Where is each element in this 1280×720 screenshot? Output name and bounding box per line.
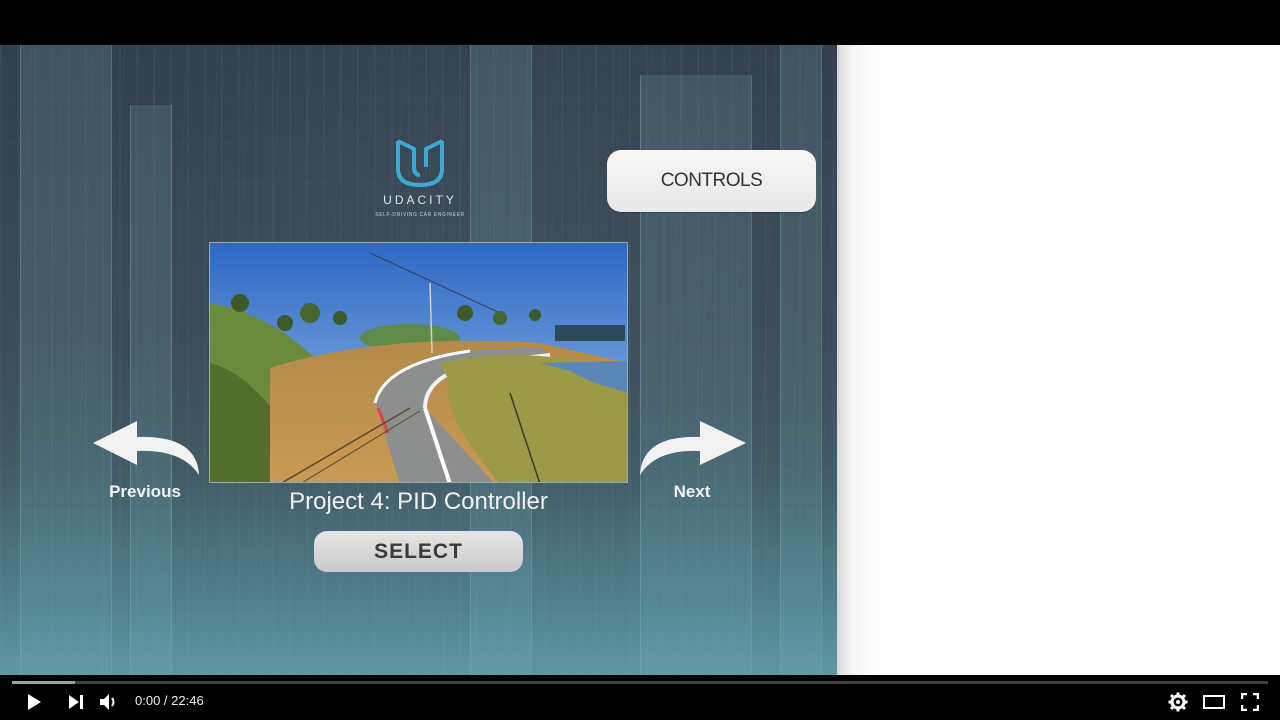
theater-mode-icon	[1203, 695, 1225, 709]
logo-wordmark: UDACITY	[383, 193, 457, 207]
video-frame[interactable]: UDACITY SELF-DRIVING CAR ENGINEER CONTRO…	[0, 45, 1280, 675]
theater-mode-button[interactable]	[1200, 689, 1228, 715]
udacity-logo-icon	[396, 139, 444, 188]
previous-button[interactable]: Previous	[85, 415, 205, 502]
next-button[interactable]: Next	[632, 415, 752, 502]
time-separator: /	[160, 693, 172, 708]
mute-button[interactable]	[95, 689, 123, 715]
volume-icon	[100, 694, 115, 710]
controls-button[interactable]: CONTROLS	[607, 150, 816, 212]
gear-icon	[1168, 692, 1188, 712]
track-preview-scene	[210, 243, 627, 482]
skip-next-icon	[69, 695, 83, 709]
previous-label: Previous	[109, 482, 181, 501]
blank-area	[837, 45, 1280, 675]
current-time: 0:00	[135, 693, 161, 708]
video-top-letterbox	[0, 0, 1280, 45]
progress-bar[interactable]	[12, 681, 1268, 684]
fullscreen-icon	[1241, 693, 1259, 711]
select-button[interactable]: SELECT	[314, 531, 523, 572]
logo-subtitle: SELF-DRIVING CAR ENGINEER	[375, 212, 465, 218]
track-preview-image	[209, 242, 628, 483]
progress-loaded	[12, 681, 75, 684]
duration: 22:46	[171, 693, 204, 708]
next-label: Next	[673, 482, 711, 501]
play-button[interactable]	[20, 689, 48, 715]
curved-right-arrow-icon	[640, 421, 746, 475]
next-video-button[interactable]	[62, 689, 90, 715]
fullscreen-button[interactable]	[1236, 689, 1264, 715]
settings-button[interactable]	[1164, 689, 1192, 715]
player-controls: 0:00 / 22:46	[0, 675, 1280, 720]
udacity-logo: UDACITY SELF-DRIVING CAR ENGINEER	[360, 137, 480, 218]
curved-left-arrow-icon	[93, 421, 199, 475]
play-icon	[28, 694, 41, 710]
simulator-menu: UDACITY SELF-DRIVING CAR ENGINEER CONTRO…	[0, 45, 837, 675]
time-display: 0:00 / 22:46	[135, 693, 204, 708]
project-title: Project 4: PID Controller	[289, 488, 548, 515]
